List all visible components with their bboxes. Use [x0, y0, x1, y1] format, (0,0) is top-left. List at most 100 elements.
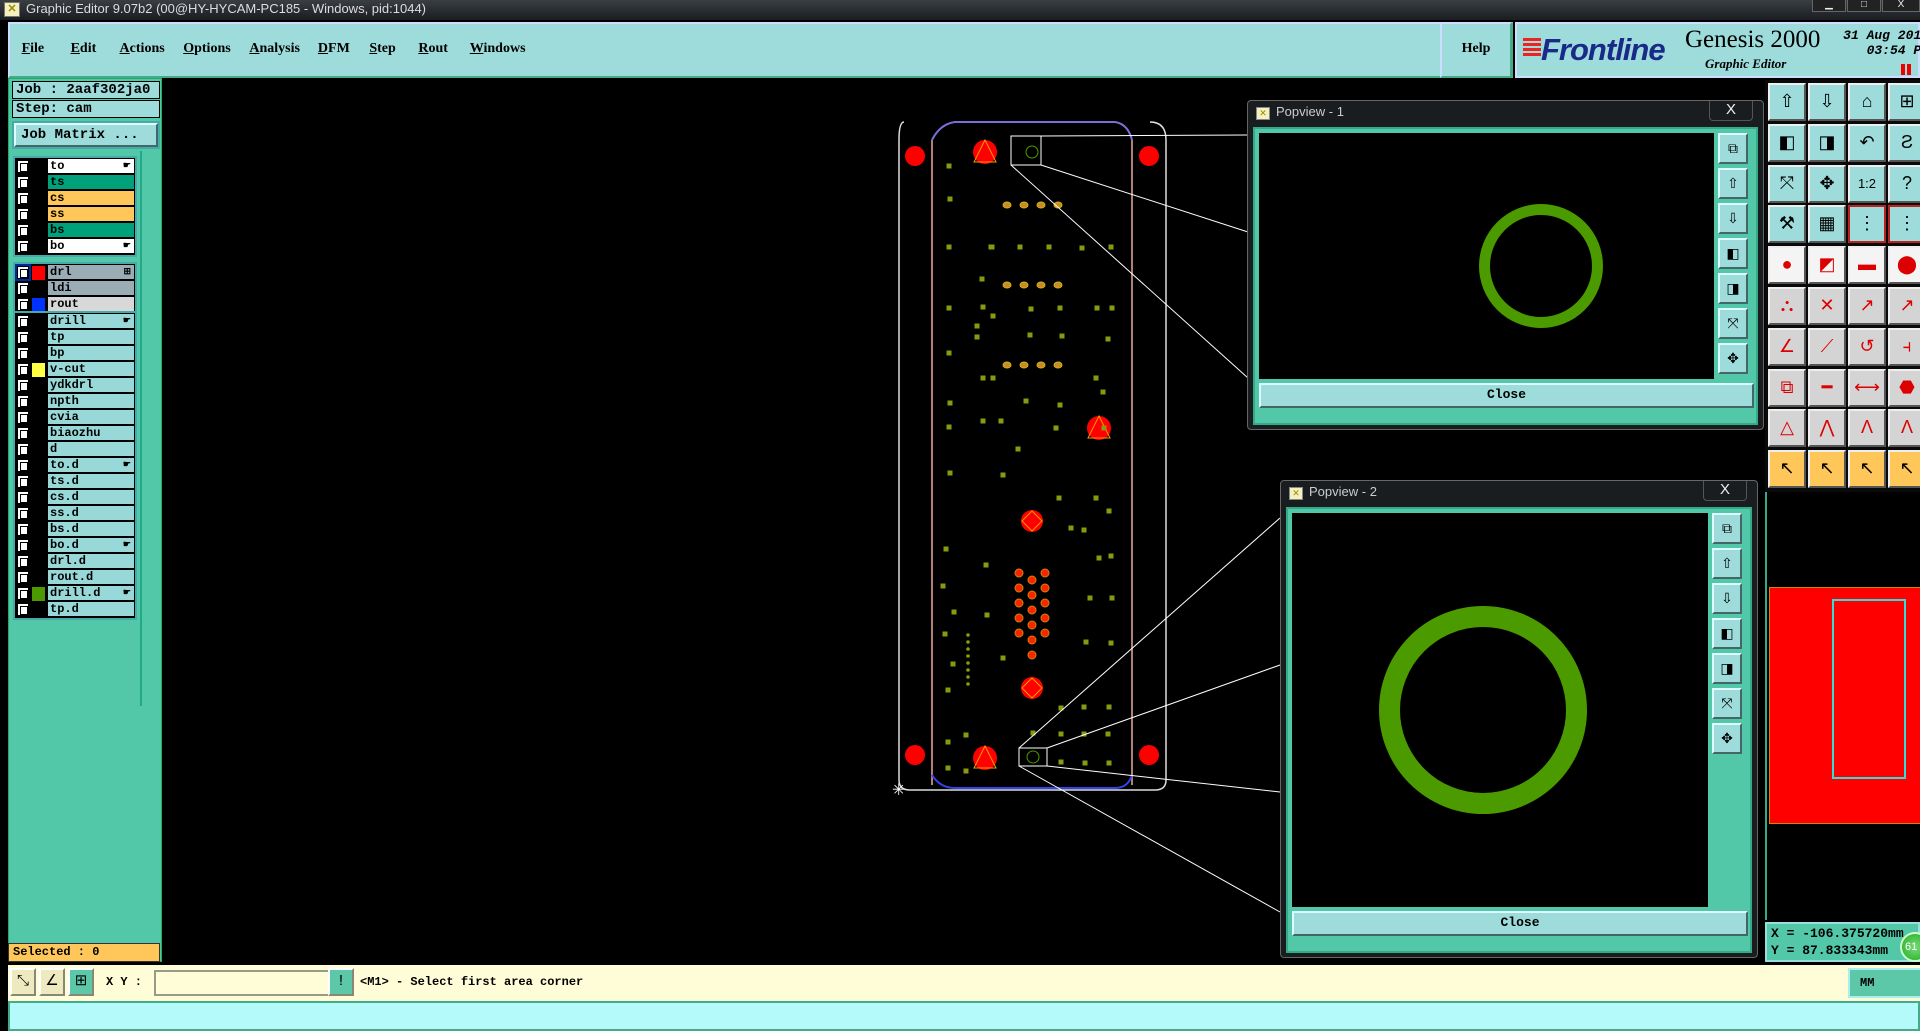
layer-name[interactable]: bs — [48, 223, 134, 238]
layer-name[interactable]: bo.d ☛ — [48, 538, 134, 553]
layer-checkbox[interactable] — [17, 475, 29, 488]
triangle-button[interactable]: △ — [1768, 409, 1806, 448]
layer-name[interactable]: rout — [48, 297, 134, 312]
layer-checkbox[interactable] — [17, 315, 29, 328]
layer-checkbox[interactable] — [17, 459, 29, 472]
fit-screen-button[interactable]: ⤧ — [1768, 164, 1806, 203]
layer-checkbox[interactable] — [17, 192, 29, 205]
popview-close-x-button[interactable]: X — [1703, 481, 1747, 501]
layer-row-cs.d[interactable]: cs.d — [15, 490, 135, 506]
layer-name[interactable]: npth — [48, 394, 134, 409]
popview-fit-screen-button[interactable]: ⤧ — [1718, 308, 1748, 339]
layer-name[interactable]: ss — [48, 207, 134, 222]
connect-button[interactable]: ⛬ — [1768, 287, 1806, 325]
popview-canvas[interactable] — [1292, 513, 1708, 907]
layer-checkbox[interactable] — [17, 160, 29, 173]
layer-row-ts.d[interactable]: ts.d — [15, 474, 135, 490]
snap-button[interactable]: Ƨ — [1888, 123, 1920, 162]
layer-row-npth[interactable]: npth — [15, 394, 135, 410]
popview-canvas[interactable] — [1259, 133, 1714, 379]
layer-name[interactable]: drl ⊞ — [48, 265, 134, 280]
layer-name[interactable]: d — [48, 442, 134, 457]
layer-row-d[interactable]: d — [15, 442, 135, 458]
layer-row-ss[interactable]: ss — [15, 207, 135, 223]
layer-checkbox[interactable] — [17, 347, 29, 360]
layer-row-ts[interactable]: ts — [15, 175, 135, 191]
layer-checkbox[interactable] — [17, 603, 29, 616]
layer-row-biaozhu[interactable]: biaozhu — [15, 426, 135, 442]
menu-actions[interactable]: Actions — [120, 41, 165, 57]
xy-grid-button[interactable]: ⊞ — [1888, 83, 1920, 121]
arch-button[interactable]: Ʌ — [1848, 409, 1886, 448]
layer-row-v-cut[interactable]: v-cut — [15, 362, 135, 378]
layer-name[interactable]: bp — [48, 346, 134, 361]
netlist-compare-button[interactable]: ⋮ — [1888, 205, 1920, 244]
layer-scrollbar[interactable] — [140, 151, 160, 706]
layer-name[interactable]: tp — [48, 330, 134, 345]
units-selector[interactable]: MM — [1848, 968, 1920, 998]
move-copy-button[interactable]: ◩ — [1808, 246, 1846, 285]
layer-row-tp.d[interactable]: tp.d — [15, 602, 135, 618]
layer-name[interactable]: ts.d — [48, 474, 134, 489]
layer-row-rout.d[interactable]: rout.d — [15, 570, 135, 586]
layer-name[interactable]: ldi — [48, 281, 134, 296]
layer-name[interactable]: biaozhu — [48, 426, 134, 441]
layer-name[interactable]: to ☛ — [48, 159, 134, 174]
layer-checkbox[interactable] — [17, 176, 29, 189]
layer-row-cvia[interactable]: cvia — [15, 410, 135, 426]
layer-row-bs[interactable]: bs — [15, 223, 135, 239]
dimension-button[interactable]: ⟷ — [1848, 368, 1886, 407]
layer-checkbox[interactable] — [17, 395, 29, 408]
resize-pad-button[interactable]: ⧉ — [1768, 368, 1806, 407]
layer-row-bo.d[interactable]: bo.d ☛ — [15, 538, 135, 554]
job-matrix-label[interactable]: Job Matrix ... — [14, 123, 158, 147]
help-menu[interactable]: Help — [1440, 22, 1512, 78]
move-pad-button[interactable]: ↗ — [1848, 287, 1886, 325]
grid-button[interactable]: ▦ — [1808, 205, 1846, 244]
layer-checkbox[interactable] — [17, 587, 29, 600]
layer-checkbox[interactable] — [17, 539, 29, 552]
home-button[interactable]: ⌂ — [1848, 83, 1886, 121]
popview-close-x-button[interactable]: X — [1709, 101, 1753, 121]
zoom-out-button[interactable]: ⇩ — [1808, 83, 1846, 121]
popview-zoom-out-button[interactable]: ⇩ — [1712, 583, 1742, 614]
alert-button[interactable]: ! — [328, 968, 354, 996]
layer-name[interactable]: drill ☛ — [48, 314, 134, 329]
route-pointer-button[interactable]: ↖ — [1888, 450, 1920, 489]
layer-name[interactable]: v-cut — [48, 362, 134, 377]
menu-dfm[interactable]: DFM — [318, 41, 350, 57]
layer-name[interactable]: ts — [48, 175, 134, 190]
help-button[interactable]: ? — [1888, 164, 1920, 203]
layer-checkbox[interactable] — [17, 208, 29, 221]
popview-fit-screen-button[interactable]: ⤧ — [1712, 688, 1742, 719]
layer-name[interactable]: cs.d — [48, 490, 134, 505]
pan-left-button[interactable]: ◧ — [1768, 123, 1806, 162]
popview-pan-left-button[interactable]: ◧ — [1712, 618, 1742, 649]
pan-right-button[interactable]: ◨ — [1808, 123, 1846, 162]
arc-button[interactable]: ↺ — [1848, 327, 1886, 366]
surface-button[interactable]: ⬣ — [1888, 368, 1920, 407]
chevron-button[interactable]: ⋀ — [1808, 409, 1846, 448]
layer-row-bs.d[interactable]: bs.d — [15, 522, 135, 538]
line-extend-button[interactable]: ⟋ — [1808, 327, 1846, 366]
layer-row-drl[interactable]: drl ⊞ — [15, 264, 135, 281]
layer-row-drill[interactable]: drill ☛ — [15, 314, 135, 330]
xy-input[interactable] — [154, 970, 330, 996]
tools-button[interactable]: ⚒ — [1768, 205, 1806, 244]
layer-row-drill.d[interactable]: drill.d ☛ — [15, 586, 135, 602]
layer-row-ss.d[interactable]: ss.d — [15, 506, 135, 522]
popview-zoom-back-button[interactable]: ⧉ — [1712, 513, 1742, 544]
layer-checkbox[interactable] — [17, 240, 29, 253]
layer-name[interactable]: drl.d — [48, 554, 134, 569]
layer-checkbox[interactable] — [17, 411, 29, 424]
layer-name[interactable]: tp.d — [48, 602, 134, 617]
pad-button[interactable]: ⬤ — [1888, 246, 1920, 285]
measure-button[interactable]: ∠ — [39, 968, 65, 996]
layer-row-tp[interactable]: tp — [15, 330, 135, 346]
grid-window-button[interactable]: ⊞ — [68, 968, 94, 996]
layer-name[interactable]: rout.d — [48, 570, 134, 585]
layer-checkbox[interactable] — [17, 331, 29, 344]
menu-rout[interactable]: Rout — [418, 41, 448, 57]
menu-edit[interactable]: Edit — [71, 41, 97, 57]
move-pad-solid-button[interactable]: ↗ — [1888, 287, 1920, 325]
